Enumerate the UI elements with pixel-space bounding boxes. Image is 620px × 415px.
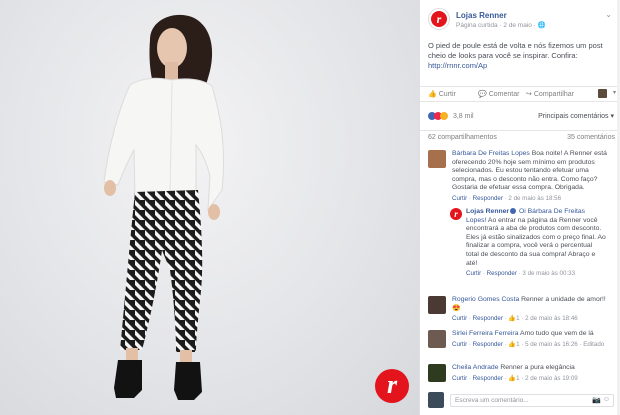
post-link[interactable]: http://rnnr.com/Ap: [428, 61, 487, 70]
reply-text: Ao entrar na página da Renner você encon…: [466, 216, 606, 267]
like-count-value: 1: [516, 315, 520, 323]
like-count-value: 1: [516, 374, 520, 382]
post-body: O pied de poule está de volta e nós fize…: [428, 41, 603, 60]
comment-input-placeholder: Escreva um comentário...: [455, 397, 529, 404]
viewer-avatar[interactable]: [428, 392, 444, 408]
comment-meta: Curtir · Responder · 👍1 · 5 de maio às 1…: [452, 340, 605, 348]
comment-icon: 💬: [478, 91, 487, 98]
reaction-summary[interactable]: 3,8 mil Principais comentários ▾: [428, 112, 614, 122]
comment: Rogerio Gomes Costa Renner a unidade de …: [428, 296, 614, 326]
reply-meta: Curtir · Responder · 3 de maio às 00:33: [466, 270, 576, 278]
action-bar: 👍 Curtir 💬 Comentar ↪ Compartilhar ▾: [420, 86, 620, 102]
reply-reply-link[interactable]: Responder: [487, 270, 517, 277]
share-comment-stats: 62 compartilhamentos 35 comentários: [420, 130, 620, 143]
comment-button[interactable]: 💬 Comentar: [478, 90, 519, 98]
write-comment-bar: Escreva um comentário... 📷 ☺: [428, 392, 614, 408]
post-text: O pied de poule está de volta e nós fize…: [428, 41, 614, 71]
commenter-avatar[interactable]: [428, 364, 446, 382]
post-sidebar: r Lojas Renner Página curtida · 2 de mai…: [419, 0, 620, 415]
post-photo[interactable]: r: [0, 0, 419, 415]
page-avatar[interactable]: r: [428, 8, 450, 30]
reaction-count: 3,8 mil: [452, 112, 474, 120]
page-name-link[interactable]: Lojas Renner: [456, 11, 507, 20]
wow-reaction-icon: [440, 112, 448, 120]
commenter-avatar[interactable]: [428, 330, 446, 348]
like-count-icon: 👍: [508, 340, 517, 348]
comment-body: Rogerio Gomes Costa Renner a unidade de …: [452, 296, 614, 324]
page-reply-avatar[interactable]: r: [450, 208, 462, 220]
thumbs-up-icon: 👍: [428, 91, 437, 98]
comment-like-count: 👍1: [508, 375, 519, 382]
like-count-icon: 👍: [508, 315, 517, 323]
like-count-icon: 👍: [508, 374, 517, 382]
comment-sort-dropdown[interactable]: Principais comentários ▾: [538, 112, 614, 120]
commenter-avatar[interactable]: [428, 150, 446, 168]
reply-author[interactable]: Lojas Renner: [466, 208, 509, 215]
model-illustration: [103, 14, 225, 400]
edited-label: Editado: [583, 340, 605, 348]
comment-like-link[interactable]: Curtir: [452, 375, 467, 382]
comment-reply-link[interactable]: Responder: [473, 375, 503, 382]
comments-count[interactable]: 35 comentários: [567, 134, 615, 141]
comment-like-link[interactable]: Curtir: [452, 195, 467, 202]
comment-meta: Curtir · Responder · 👍1 · 2 de maio às 1…: [452, 374, 578, 382]
comment-reply-link[interactable]: Responder: [473, 195, 503, 202]
comment-time: 2 de maio às 19:09: [525, 374, 578, 382]
comment-like-count: 👍1: [508, 341, 519, 348]
commenter-avatar[interactable]: [428, 296, 446, 314]
comment-text: Renner a pura elegância: [498, 364, 575, 371]
verified-badge-icon: [510, 208, 517, 215]
comment-reply: r Lojas Renner Oi Bárbara De Freitas Lop…: [450, 208, 606, 288]
comment-like-count: 👍1: [508, 315, 519, 322]
like-count-value: 1: [516, 340, 520, 348]
globe-icon: 🌐: [537, 22, 546, 29]
reply-body: Lojas Renner Oi Bárbara De Freitas Lopes…: [466, 208, 606, 279]
comment-body: Cheila Andrade Renner a pura elegância C…: [452, 364, 614, 383]
comment-label: Comentar: [488, 91, 520, 98]
post-header: r Lojas Renner Página curtida · 2 de mai…: [428, 8, 614, 34]
chevron-down-icon[interactable]: ▾: [613, 89, 616, 96]
comment-time: 2 de maio às 18:46: [525, 315, 578, 323]
comment-like-link[interactable]: Curtir: [452, 341, 467, 348]
comment-reply-link[interactable]: Responder: [473, 315, 503, 322]
comment-body: Bárbara De Freitas Lopes Boa noite! A Re…: [452, 150, 614, 204]
share-button[interactable]: ↪ Compartilhar: [526, 90, 574, 98]
like-label: Curtir: [438, 91, 456, 98]
share-icon: ↪: [526, 91, 532, 98]
viewer-avatar[interactable]: [598, 89, 607, 98]
reply-time: 3 de maio às 00:33: [522, 270, 576, 278]
commenter-name[interactable]: Sirlei Ferreira Ferreira: [452, 330, 518, 337]
like-button[interactable]: 👍 Curtir: [428, 90, 456, 98]
comment-reply-link[interactable]: Responder: [473, 341, 503, 348]
renner-logo-icon: r: [431, 11, 447, 27]
comment-meta: Curtir · Responder · 2 de maio às 18:56: [452, 194, 562, 202]
comment: Cheila Andrade Renner a pura elegância C…: [428, 364, 614, 390]
shares-count[interactable]: 62 compartilhamentos: [428, 134, 497, 141]
chevron-down-icon[interactable]: ⌄: [605, 10, 612, 19]
comment-input[interactable]: Escreva um comentário... 📷 ☺: [450, 394, 614, 407]
renner-logo: r: [375, 369, 409, 403]
post-meta-text: Página curtida · 2 de maio ·: [456, 22, 538, 29]
comment-like-link[interactable]: Curtir: [452, 315, 467, 322]
comment-meta: Curtir · Responder · 👍1 · 2 de maio às 1…: [452, 315, 578, 323]
commenter-name[interactable]: Bárbara De Freitas Lopes: [452, 150, 530, 157]
comment: Sirlei Ferreira Ferreira Amo tudo que ve…: [428, 330, 614, 360]
comment: Bárbara De Freitas Lopes Boa noite! A Re…: [428, 150, 614, 210]
emoji-icon[interactable]: ☺: [603, 396, 610, 403]
comment-sort-label: Principais comentários: [538, 113, 609, 120]
reply-like-link[interactable]: Curtir: [466, 270, 481, 277]
post-meta: Página curtida · 2 de maio · 🌐: [456, 21, 546, 29]
comment-text: Amo tudo que vem de lá: [518, 330, 594, 337]
commenter-name[interactable]: Rogerio Gomes Costa: [452, 296, 519, 303]
comment-time: 5 de maio às 16:26: [525, 340, 578, 348]
comment-body: Sirlei Ferreira Ferreira Amo tudo que ve…: [452, 330, 614, 349]
commenter-name[interactable]: Cheila Andrade: [452, 364, 498, 371]
comment-time: 2 de maio às 18:56: [508, 194, 562, 202]
share-label: Compartilhar: [533, 91, 574, 98]
camera-icon[interactable]: 📷: [592, 396, 601, 404]
